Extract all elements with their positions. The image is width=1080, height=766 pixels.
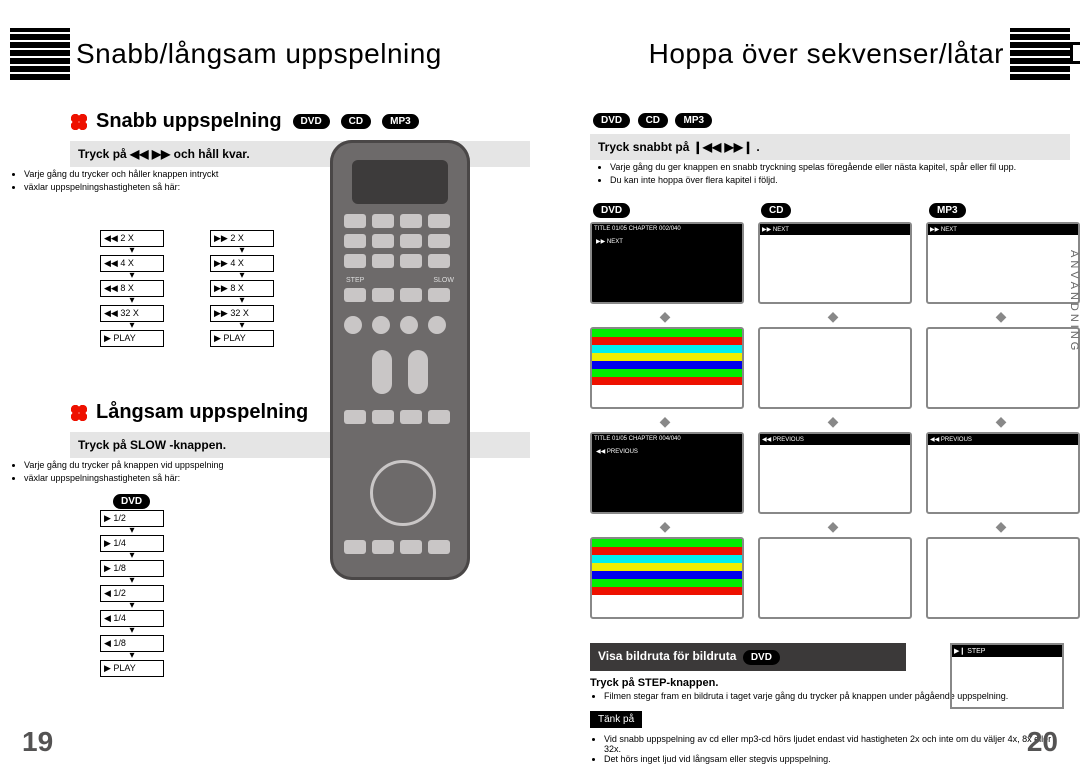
title-right: Hoppa över sekvenser/låtar bbox=[649, 38, 1004, 70]
title-left: Snabb/långsam uppspelning bbox=[76, 38, 442, 70]
section1-heading: Snabb uppspelning DVD CD MP3 bbox=[70, 110, 530, 133]
marker-icon bbox=[70, 404, 88, 422]
page-left: Snabb/långsam uppspelning Snabb uppspeln… bbox=[0, 0, 540, 766]
step-box: Visa bildruta för bildruta DVD Tryck på … bbox=[590, 643, 1070, 763]
remote-slow-label: SLOW bbox=[433, 277, 454, 284]
side-tab: ANVÄNDNING bbox=[1066, 240, 1080, 363]
speeds-rev: ◀◀ 2 X▾ ◀◀ 4 X▾ ◀◀ 8 X▾ ◀◀ 32 X▾ ▶ PLAY bbox=[100, 230, 164, 347]
speeds-fwd: ▶▶ 2 X▾ ▶▶ 4 X▾ ▶▶ 8 X▾ ▶▶ 32 X▾ ▶ PLAY bbox=[210, 230, 274, 347]
page-right: Hoppa över sekvenser/låtar DVD CD MP3 Tr… bbox=[540, 0, 1080, 766]
page-number-left: 19 bbox=[22, 726, 53, 758]
marker-icon bbox=[70, 113, 88, 131]
mp3-screens: MP3 ▶▶ NEXT ◆ ◆ ◀◀ PREVIOUS ◆ bbox=[926, 200, 1076, 623]
tank-label: Tänk på bbox=[590, 711, 642, 728]
page-number-right: 20 bbox=[1027, 726, 1058, 758]
cd-screens: CD ▶▶ NEXT ◆ ◆ ◀◀ PREVIOUS ◆ bbox=[758, 200, 908, 623]
remote-illustration: STEP SLOW bbox=[330, 140, 470, 580]
dvd-screens: DVD TITLE 01/05 CHAPTER 002/040▶▶ NEXT ◆… bbox=[590, 200, 740, 623]
remote-step-label: STEP bbox=[346, 277, 364, 284]
speeds-slow: ▶ 1/2▾ ▶ 1/4▾ ▶ 1/8▾ ◀ 1/2▾ ◀ 1/4▾ ◀ 1/8… bbox=[100, 510, 164, 677]
band-skip: Tryck snabbt på ❙◀◀ ▶▶❙ . bbox=[590, 134, 1070, 160]
step-head: Visa bildruta för bildruta bbox=[598, 649, 736, 663]
slow-badge: DVD bbox=[113, 494, 150, 509]
decor-bars-left bbox=[10, 28, 70, 80]
notes-skip: Varje gång du ger knappen en snabb tryck… bbox=[596, 162, 1070, 186]
decor-bars-right bbox=[1010, 28, 1070, 80]
step-screen: ▶❙ STEP bbox=[952, 645, 1062, 657]
